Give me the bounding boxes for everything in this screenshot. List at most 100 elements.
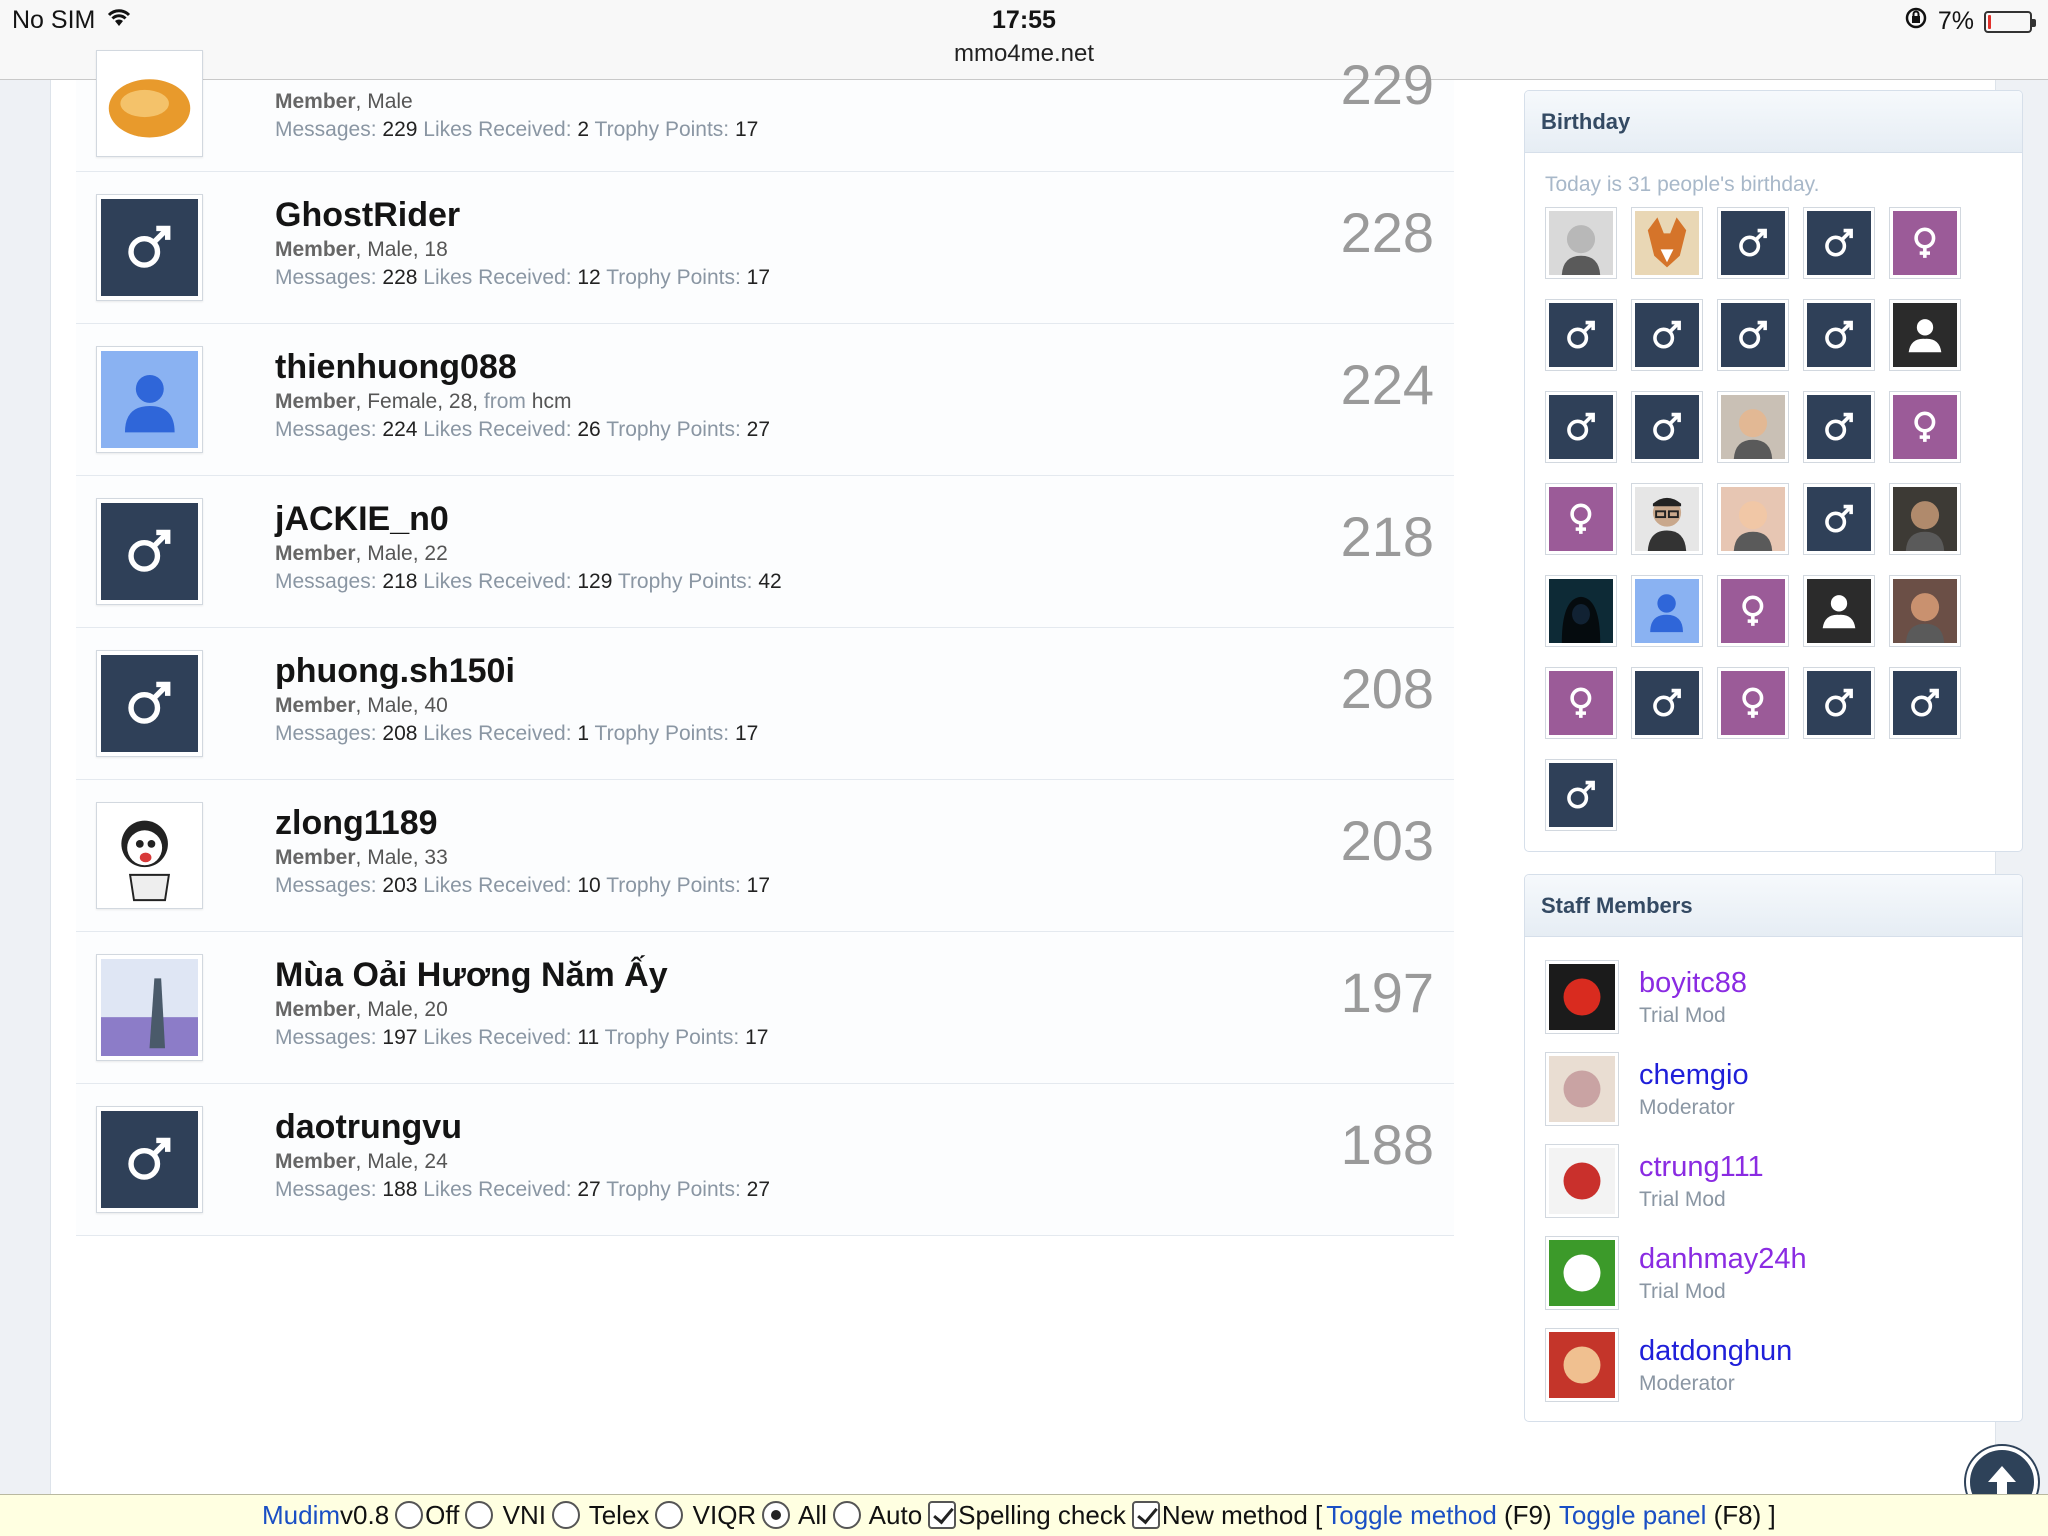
member-info: Member, Male, 18 bbox=[275, 238, 448, 262]
member-details: , Male, 24 bbox=[355, 1150, 448, 1173]
trophy-value[interactable]: 27 bbox=[747, 1178, 770, 1201]
messages-value[interactable]: 197 bbox=[382, 1026, 417, 1049]
toggle-panel-link[interactable]: Toggle panel bbox=[1559, 1500, 1706, 1531]
member-name[interactable]: Mùa Oải Hương Năm Ấy bbox=[275, 956, 668, 995]
staff-avatar[interactable] bbox=[1545, 1144, 1619, 1218]
messages-value[interactable]: 208 bbox=[382, 722, 417, 745]
ime-checkbox[interactable]: New method [ bbox=[1130, 1500, 1322, 1531]
ime-option[interactable]: Auto bbox=[831, 1500, 922, 1531]
birthday-avatar[interactable] bbox=[1803, 483, 1875, 555]
staff-name[interactable]: boyitc88 bbox=[1639, 967, 1747, 1000]
birthday-avatar[interactable] bbox=[1803, 667, 1875, 739]
staff-name[interactable]: danhmay24h bbox=[1639, 1243, 1807, 1276]
birthday-avatar[interactable] bbox=[1803, 391, 1875, 463]
trophy-value[interactable]: 42 bbox=[758, 570, 781, 593]
avatar-image bbox=[1721, 395, 1785, 459]
birthday-avatar[interactable] bbox=[1545, 299, 1617, 371]
member-role: Member bbox=[275, 238, 356, 261]
messages-value[interactable]: 188 bbox=[382, 1178, 417, 1201]
trophy-value[interactable]: 27 bbox=[747, 418, 770, 441]
ime-option[interactable]: VIQR bbox=[653, 1500, 756, 1531]
birthday-avatar[interactable] bbox=[1889, 483, 1961, 555]
messages-value[interactable]: 218 bbox=[382, 570, 417, 593]
staff-name[interactable]: chemgio bbox=[1639, 1059, 1749, 1092]
birthday-avatar[interactable] bbox=[1889, 391, 1961, 463]
member-name[interactable]: jACKIE_n0 bbox=[275, 500, 449, 539]
staff-name[interactable]: datdonghun bbox=[1639, 1335, 1792, 1368]
checkbox-icon[interactable] bbox=[1131, 1501, 1160, 1529]
ime-option[interactable]: All bbox=[760, 1500, 827, 1531]
member-avatar[interactable] bbox=[96, 498, 203, 605]
member-avatar[interactable] bbox=[96, 1106, 203, 1213]
member-name[interactable]: phuong.sh150i bbox=[275, 652, 515, 691]
male-icon bbox=[101, 655, 198, 752]
messages-value[interactable]: 228 bbox=[382, 266, 417, 289]
member-avatar[interactable] bbox=[96, 346, 203, 453]
radio-icon[interactable] bbox=[762, 1501, 791, 1529]
birthday-avatar[interactable] bbox=[1545, 759, 1617, 831]
member-avatar[interactable] bbox=[96, 194, 203, 301]
member-name[interactable]: daotrungvu bbox=[275, 1108, 462, 1147]
birthday-avatar[interactable] bbox=[1889, 207, 1961, 279]
member-name[interactable]: GhostRider bbox=[275, 196, 460, 235]
messages-value[interactable]: 224 bbox=[382, 418, 417, 441]
birthday-avatar[interactable] bbox=[1717, 207, 1789, 279]
birthday-avatar[interactable] bbox=[1631, 575, 1703, 647]
birthday-avatar[interactable] bbox=[1545, 483, 1617, 555]
ime-checkbox[interactable]: Spelling check bbox=[926, 1500, 1126, 1531]
member-avatar[interactable] bbox=[96, 954, 203, 1061]
birthday-avatar[interactable] bbox=[1889, 667, 1961, 739]
messages-value[interactable]: 203 bbox=[382, 874, 417, 897]
birthday-avatar[interactable] bbox=[1631, 299, 1703, 371]
birthday-avatar[interactable] bbox=[1803, 207, 1875, 279]
female-icon bbox=[1549, 671, 1613, 735]
member-avatar[interactable] bbox=[96, 50, 203, 157]
member-name[interactable]: zlong1189 bbox=[275, 804, 438, 843]
radio-icon[interactable] bbox=[655, 1501, 684, 1529]
birthday-avatar[interactable] bbox=[1631, 483, 1703, 555]
staff-avatar[interactable] bbox=[1545, 1052, 1619, 1126]
member-avatar[interactable] bbox=[96, 650, 203, 757]
mudim-name[interactable]: Mudim bbox=[262, 1500, 340, 1531]
birthday-avatar[interactable] bbox=[1717, 483, 1789, 555]
trophy-value[interactable]: 17 bbox=[745, 1026, 768, 1049]
radio-icon[interactable] bbox=[395, 1501, 424, 1529]
message-count: 208 bbox=[1340, 657, 1434, 720]
staff-avatar[interactable] bbox=[1545, 960, 1619, 1034]
trophy-value[interactable]: 17 bbox=[747, 874, 770, 897]
birthday-avatar[interactable] bbox=[1889, 299, 1961, 371]
address-url[interactable]: mmo4me.net bbox=[0, 40, 2048, 68]
checkbox-icon[interactable] bbox=[928, 1501, 957, 1529]
staff-name[interactable]: ctrung111 bbox=[1639, 1151, 1764, 1184]
birthday-avatar[interactable] bbox=[1631, 391, 1703, 463]
birthday-avatar[interactable] bbox=[1717, 575, 1789, 647]
member-details: , Male, 18 bbox=[355, 238, 448, 261]
staff-avatar[interactable] bbox=[1545, 1328, 1619, 1402]
staff-avatar[interactable] bbox=[1545, 1236, 1619, 1310]
ime-option[interactable]: VNI bbox=[463, 1500, 546, 1531]
birthday-avatar[interactable] bbox=[1717, 299, 1789, 371]
trophy-value[interactable]: 17 bbox=[735, 722, 758, 745]
toggle-method-link[interactable]: Toggle method bbox=[1326, 1500, 1497, 1531]
trophy-value[interactable]: 17 bbox=[747, 266, 770, 289]
ime-option[interactable]: Telex bbox=[550, 1500, 649, 1531]
radio-icon[interactable] bbox=[551, 1501, 580, 1529]
messages-value[interactable]: 229 bbox=[382, 118, 417, 141]
birthday-avatar[interactable] bbox=[1545, 391, 1617, 463]
birthday-avatar[interactable] bbox=[1545, 667, 1617, 739]
birthday-avatar[interactable] bbox=[1717, 391, 1789, 463]
birthday-avatar[interactable] bbox=[1545, 207, 1617, 279]
birthday-avatar[interactable] bbox=[1803, 575, 1875, 647]
radio-icon[interactable] bbox=[465, 1501, 494, 1529]
birthday-avatar[interactable] bbox=[1803, 299, 1875, 371]
birthday-avatar[interactable] bbox=[1631, 207, 1703, 279]
birthday-avatar[interactable] bbox=[1889, 575, 1961, 647]
birthday-avatar[interactable] bbox=[1717, 667, 1789, 739]
trophy-value[interactable]: 17 bbox=[735, 118, 758, 141]
member-avatar[interactable] bbox=[96, 802, 203, 909]
member-name[interactable]: thienhuong088 bbox=[275, 348, 517, 387]
ime-option[interactable]: Off bbox=[393, 1500, 459, 1531]
birthday-avatar[interactable] bbox=[1545, 575, 1617, 647]
radio-icon[interactable] bbox=[832, 1501, 861, 1529]
birthday-avatar[interactable] bbox=[1631, 667, 1703, 739]
